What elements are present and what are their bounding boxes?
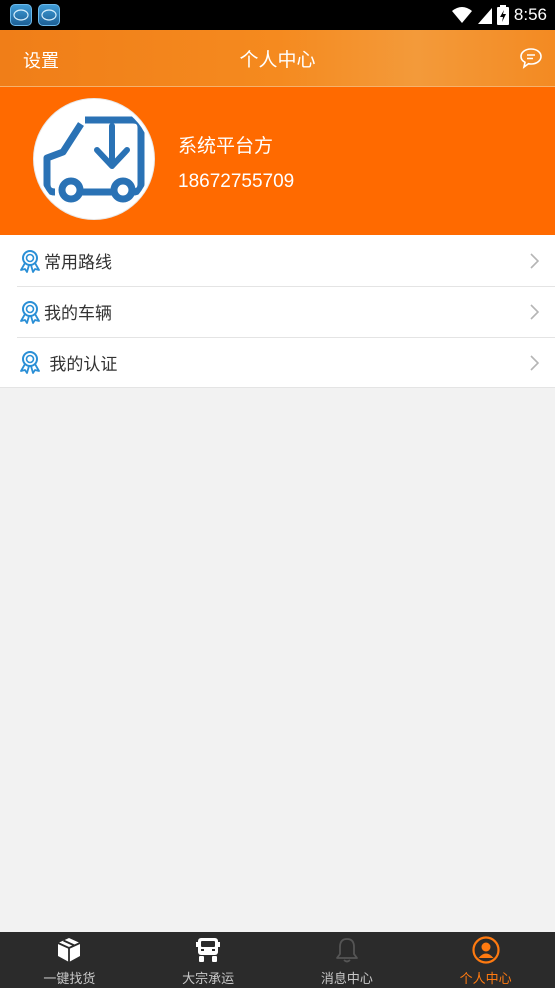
settings-button[interactable]: 设置 (23, 47, 59, 73)
nav-label: 消息中心 (320, 972, 373, 987)
bell-icon (335, 938, 358, 963)
nav-item-bulk-transport[interactable]: 大宗承运 (139, 932, 278, 988)
box-icon (58, 938, 81, 962)
nav-label: 一键找货 (43, 972, 96, 987)
truck-download-icon (43, 116, 145, 203)
chat-bubble-icon[interactable] (519, 47, 543, 69)
profile-phone: 18672755709 (178, 171, 295, 192)
app-notification-icon (38, 4, 60, 26)
chevron-right-icon (530, 253, 539, 269)
notification-icons (10, 4, 60, 26)
menu-item-label: 我的认证 (44, 354, 118, 375)
truck-icon (196, 938, 221, 962)
status-bar: 8:56 (0, 0, 555, 30)
menu-item-label: 我的车辆 (44, 304, 112, 324)
menu-item-my-vehicles[interactable]: 我的车辆 (0, 286, 555, 337)
status-time: 8:56 (513, 5, 547, 24)
user-circle-icon (472, 936, 500, 964)
nav-item-find-cargo[interactable]: 一键找货 (0, 932, 139, 988)
nav-label: 个人中心 (459, 972, 512, 987)
avatar[interactable] (34, 99, 154, 219)
signal-icon (477, 8, 492, 24)
nav-item-personal-center[interactable]: 个人中心 (416, 932, 555, 988)
menu-list: 常用路线 我的车辆 我的认证 (0, 235, 555, 388)
app-notification-icon (10, 4, 32, 26)
menu-item-common-routes[interactable]: 常用路线 (0, 235, 555, 286)
bottom-nav: 一键找货 大宗承运 消息中心 个人中心 (0, 932, 555, 988)
nav-label: 大宗承运 (182, 972, 235, 987)
badge-icon (20, 249, 40, 273)
battery-icon (496, 5, 509, 25)
menu-item-label: 常用路线 (44, 253, 112, 273)
nav-item-message-center[interactable]: 消息中心 (278, 932, 417, 988)
chevron-right-icon (530, 355, 539, 371)
system-status: 8:56 (451, 5, 547, 25)
wifi-icon (451, 7, 472, 23)
chevron-right-icon (530, 304, 539, 320)
profile-banner: 系统平台方 18672755709 (0, 87, 555, 235)
page-title: 个人中心 (239, 48, 316, 71)
badge-icon (20, 351, 40, 374)
menu-item-my-certification[interactable]: 我的认证 (0, 337, 555, 388)
badge-icon (20, 300, 40, 324)
app-header: 设置 个人中心 (0, 30, 555, 87)
profile-name: 系统平台方 (178, 135, 274, 157)
